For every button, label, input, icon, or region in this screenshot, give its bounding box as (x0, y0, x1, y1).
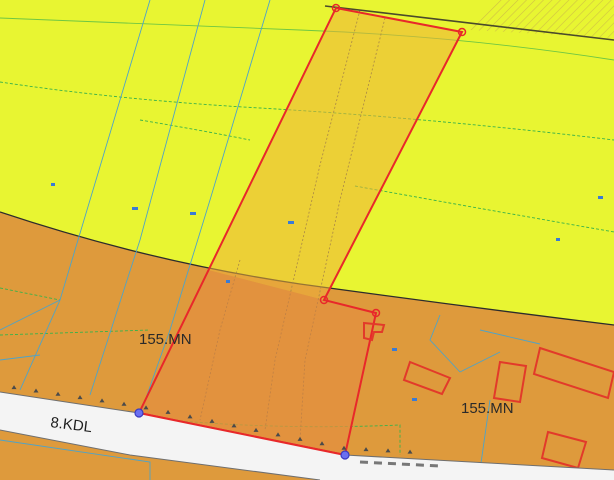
zone-label-155mn-left: 155.MN (139, 331, 192, 348)
vertex-handle[interactable] (134, 408, 144, 418)
vertex-handle[interactable] (340, 450, 350, 460)
zone-label-155mn-right: 155.MN (461, 400, 514, 417)
map-canvas[interactable]: 155.MN 155.MN 8.KDL (0, 0, 614, 480)
